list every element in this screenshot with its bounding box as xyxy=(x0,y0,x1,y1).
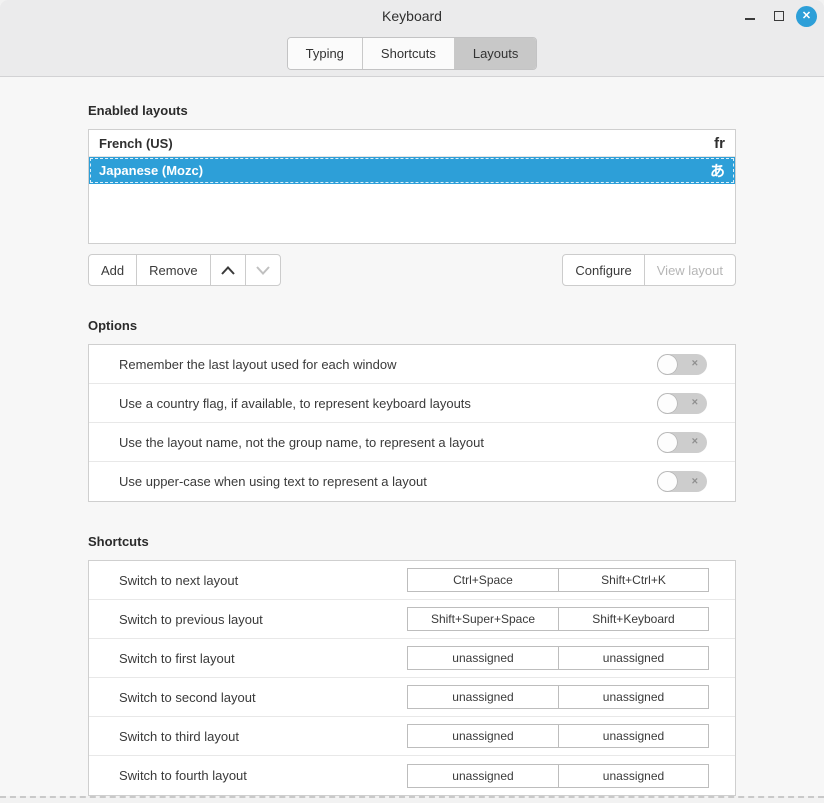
tab-shortcuts[interactable]: Shortcuts xyxy=(363,38,455,69)
shortcut-label: Switch to next layout xyxy=(119,573,238,588)
shortcuts-box: Switch to next layout Ctrl+Space Shift+C… xyxy=(88,560,736,796)
option-row: Use a country flag, if available, to rep… xyxy=(89,384,735,423)
keybinding-group: unassigned unassigned xyxy=(407,764,709,788)
options-section: Options Remember the last layout used fo… xyxy=(88,318,736,502)
shortcut-row: Switch to second layout unassigned unass… xyxy=(89,678,735,717)
keybinding-group: unassigned unassigned xyxy=(407,724,709,748)
keybinding-group: Shift+Super+Space Shift+Keyboard xyxy=(407,607,709,631)
toggle-off-x-icon: × xyxy=(692,398,698,409)
toggle-knob xyxy=(657,432,678,453)
maximize-icon xyxy=(774,11,784,21)
keybinding-group: unassigned unassigned xyxy=(407,646,709,670)
shortcut-row: Switch to fourth layout unassigned unass… xyxy=(89,756,735,795)
remove-layout-button[interactable]: Remove xyxy=(136,254,210,286)
shortcut-row: Switch to third layout unassigned unassi… xyxy=(89,717,735,756)
options-heading: Options xyxy=(88,318,736,333)
shortcuts-section: Shortcuts Switch to next layout Ctrl+Spa… xyxy=(88,534,736,796)
keybinding-button-secondary[interactable]: Shift+Keyboard xyxy=(558,608,708,630)
tab-group: Typing Shortcuts Layouts xyxy=(287,37,538,70)
keybinding-button-secondary[interactable]: Shift+Ctrl+K xyxy=(558,569,708,591)
keybinding-button-primary[interactable]: unassigned xyxy=(408,686,558,708)
keybinding-button-primary[interactable]: Shift+Super+Space xyxy=(408,608,558,630)
shortcut-label: Switch to second layout xyxy=(119,690,256,705)
keybinding-button-secondary[interactable]: unassigned xyxy=(558,765,708,787)
layout-indicator-glyph: fr xyxy=(714,135,725,152)
toggle-off-x-icon: × xyxy=(692,476,698,487)
keybinding-group: Ctrl+Space Shift+Ctrl+K xyxy=(407,568,709,592)
shortcut-row: Switch to previous layout Shift+Super+Sp… xyxy=(89,600,735,639)
option-label: Use upper-case when using text to repres… xyxy=(119,474,427,489)
toggle-knob xyxy=(657,354,678,375)
enabled-layouts-section: Enabled layouts French (US) fr Japanese … xyxy=(88,103,736,286)
toggle-switch-off[interactable]: × xyxy=(657,471,707,492)
option-row: Use the layout name, not the group name,… xyxy=(89,423,735,462)
move-layout-up-button[interactable] xyxy=(210,254,246,286)
shortcut-row: Switch to first layout unassigned unassi… xyxy=(89,639,735,678)
keybinding-button-secondary[interactable]: unassigned xyxy=(558,647,708,669)
toggle-knob xyxy=(657,471,678,492)
close-button[interactable]: ✕ xyxy=(796,6,817,27)
option-label: Remember the last layout used for each w… xyxy=(119,357,396,372)
window-title: Keyboard xyxy=(382,8,442,24)
layout-indicator-glyph: あ xyxy=(710,160,725,181)
window-header: Keyboard ✕ Typing Shortcuts Layouts xyxy=(0,0,824,77)
enabled-layouts-heading: Enabled layouts xyxy=(88,103,736,118)
layouts-page: Enabled layouts French (US) fr Japanese … xyxy=(0,77,824,796)
keybinding-button-primary[interactable]: unassigned xyxy=(408,765,558,787)
close-icon: ✕ xyxy=(802,11,811,22)
shortcut-label: Switch to third layout xyxy=(119,729,239,744)
keybinding-button-secondary[interactable]: unassigned xyxy=(558,686,708,708)
tab-typing[interactable]: Typing xyxy=(288,38,363,69)
move-layout-down-button xyxy=(245,254,281,286)
window-controls: ✕ xyxy=(738,0,817,32)
shortcut-row: Switch to next layout Ctrl+Space Shift+C… xyxy=(89,561,735,600)
titlebar: Keyboard ✕ xyxy=(0,0,824,32)
layout-list-item[interactable]: Japanese (Mozc) あ xyxy=(89,157,735,184)
toggle-off-x-icon: × xyxy=(692,437,698,448)
layout-list-item[interactable]: French (US) fr xyxy=(89,130,735,157)
chevron-down-icon xyxy=(256,266,270,275)
layout-list: French (US) fr Japanese (Mozc) あ xyxy=(88,129,736,244)
add-layout-button[interactable]: Add xyxy=(88,254,137,286)
keyboard-settings-window: Keyboard ✕ Typing Shortcuts Layouts xyxy=(0,0,824,803)
shortcuts-heading: Shortcuts xyxy=(88,534,736,549)
option-row: Remember the last layout used for each w… xyxy=(89,345,735,384)
tab-layouts[interactable]: Layouts xyxy=(455,38,537,69)
option-label: Use a country flag, if available, to rep… xyxy=(119,396,471,411)
layout-name: Japanese (Mozc) xyxy=(99,163,203,178)
chevron-up-icon xyxy=(221,266,235,275)
shortcut-label: Switch to previous layout xyxy=(119,612,263,627)
layout-name: French (US) xyxy=(99,136,173,151)
configure-layout-button[interactable]: Configure xyxy=(562,254,644,286)
layout-list-actions: Add Remove Configure View layout xyxy=(88,254,736,286)
toggle-knob xyxy=(657,393,678,414)
layout-config-button-group: Configure View layout xyxy=(562,254,736,286)
shortcut-label: Switch to fourth layout xyxy=(119,768,247,783)
option-row: Use upper-case when using text to repres… xyxy=(89,462,735,501)
view-layout-button: View layout xyxy=(644,254,736,286)
toggle-switch-off[interactable]: × xyxy=(657,432,707,453)
toggle-switch-off[interactable]: × xyxy=(657,393,707,414)
window-bottom-edge xyxy=(0,796,824,803)
list-edit-button-group: Add Remove xyxy=(88,254,281,286)
keybinding-button-primary[interactable]: unassigned xyxy=(408,725,558,747)
toggle-switch-off[interactable]: × xyxy=(657,354,707,375)
toggle-off-x-icon: × xyxy=(692,359,698,370)
keybinding-button-primary[interactable]: Ctrl+Space xyxy=(408,569,558,591)
keybinding-button-secondary[interactable]: unassigned xyxy=(558,725,708,747)
minimize-icon xyxy=(745,18,755,20)
maximize-button[interactable] xyxy=(767,4,791,28)
options-box: Remember the last layout used for each w… xyxy=(88,344,736,502)
shortcut-label: Switch to first layout xyxy=(119,651,235,666)
keybinding-group: unassigned unassigned xyxy=(407,685,709,709)
keybinding-button-primary[interactable]: unassigned xyxy=(408,647,558,669)
option-label: Use the layout name, not the group name,… xyxy=(119,435,484,450)
tab-bar: Typing Shortcuts Layouts xyxy=(0,32,824,76)
minimize-button[interactable] xyxy=(738,4,762,28)
